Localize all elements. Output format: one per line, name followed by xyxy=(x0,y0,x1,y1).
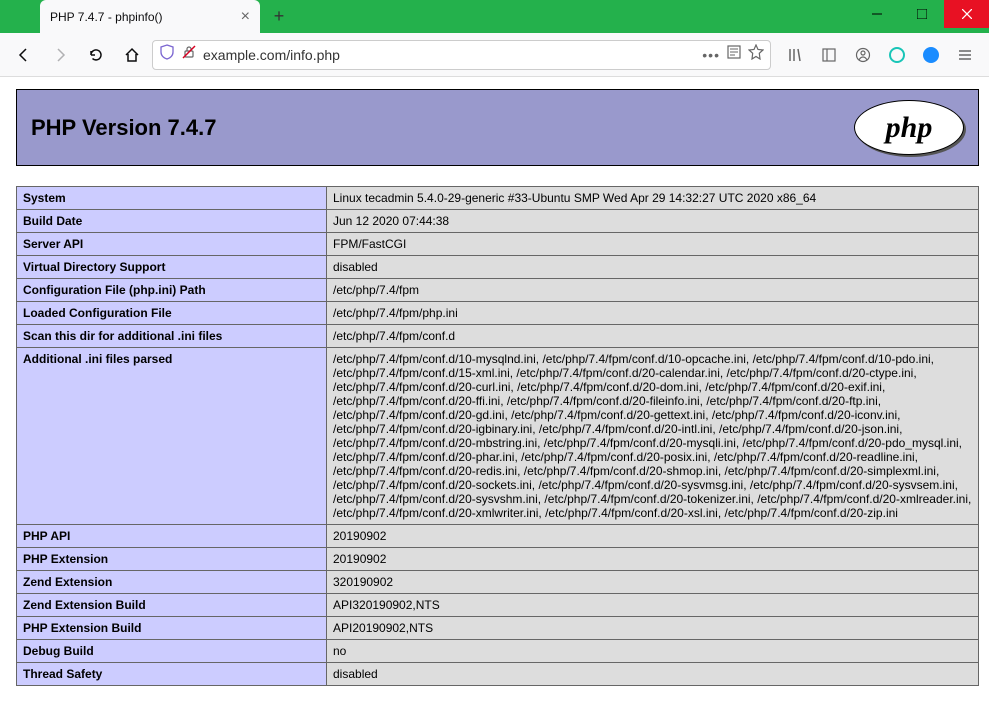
home-button[interactable] xyxy=(116,39,148,71)
forward-button[interactable] xyxy=(44,39,76,71)
table-row: Debug Buildno xyxy=(17,640,979,663)
page-content[interactable]: PHP Version 7.4.7 php SystemLinux tecadm… xyxy=(0,77,989,728)
sidebar-icon[interactable] xyxy=(813,39,845,71)
config-value: /etc/php/7.4/fpm/conf.d xyxy=(327,325,979,348)
config-key: Debug Build xyxy=(17,640,327,663)
bookmark-star-icon[interactable] xyxy=(748,44,764,65)
extension-icon-1[interactable] xyxy=(881,39,913,71)
config-key: Scan this dir for additional .ini files xyxy=(17,325,327,348)
config-key: Additional .ini files parsed xyxy=(17,348,327,525)
table-row: PHP Extension20190902 xyxy=(17,548,979,571)
php-version-title: PHP Version 7.4.7 xyxy=(31,115,216,141)
url-input[interactable] xyxy=(203,47,696,63)
config-value: /etc/php/7.4/fpm/php.ini xyxy=(327,302,979,325)
browser-tab[interactable]: PHP 7.4.7 - phpinfo() × xyxy=(40,0,260,33)
table-row: Additional .ini files parsed/etc/php/7.4… xyxy=(17,348,979,525)
library-icon[interactable] xyxy=(779,39,811,71)
config-value: FPM/FastCGI xyxy=(327,233,979,256)
phpinfo-header: PHP Version 7.4.7 php xyxy=(16,89,979,166)
config-key: PHP API xyxy=(17,525,327,548)
php-logo: php xyxy=(854,100,964,155)
shield-icon[interactable] xyxy=(159,44,175,65)
account-icon[interactable] xyxy=(847,39,879,71)
back-button[interactable] xyxy=(8,39,40,71)
table-row: Scan this dir for additional .ini files/… xyxy=(17,325,979,348)
table-row: Zend Extension BuildAPI320190902,NTS xyxy=(17,594,979,617)
config-value: 20190902 xyxy=(327,525,979,548)
config-value: disabled xyxy=(327,663,979,686)
table-row: Configuration File (php.ini) Path/etc/ph… xyxy=(17,279,979,302)
config-key: System xyxy=(17,187,327,210)
config-value: /etc/php/7.4/fpm xyxy=(327,279,979,302)
config-key: Loaded Configuration File xyxy=(17,302,327,325)
reload-button[interactable] xyxy=(80,39,112,71)
config-key: Thread Safety xyxy=(17,663,327,686)
menu-button[interactable] xyxy=(949,39,981,71)
config-key: Configuration File (php.ini) Path xyxy=(17,279,327,302)
config-value: disabled xyxy=(327,256,979,279)
table-row: Thread Safetydisabled xyxy=(17,663,979,686)
phpinfo-table: SystemLinux tecadmin 5.4.0-29-generic #3… xyxy=(16,186,979,686)
config-value: API20190902,NTS xyxy=(327,617,979,640)
table-row: Build DateJun 12 2020 07:44:38 xyxy=(17,210,979,233)
table-row: Virtual Directory Supportdisabled xyxy=(17,256,979,279)
table-row: PHP Extension BuildAPI20190902,NTS xyxy=(17,617,979,640)
reader-icon[interactable] xyxy=(726,44,742,65)
extension-icon-2[interactable] xyxy=(915,39,947,71)
table-row: SystemLinux tecadmin 5.4.0-29-generic #3… xyxy=(17,187,979,210)
config-value: 320190902 xyxy=(327,571,979,594)
config-value: API320190902,NTS xyxy=(327,594,979,617)
new-tab-button[interactable]: + xyxy=(264,0,294,33)
config-key: Virtual Directory Support xyxy=(17,256,327,279)
address-bar[interactable]: ••• xyxy=(152,40,771,70)
config-key: Server API xyxy=(17,233,327,256)
config-key: PHP Extension Build xyxy=(17,617,327,640)
table-row: Zend Extension320190902 xyxy=(17,571,979,594)
tab-title: PHP 7.4.7 - phpinfo() xyxy=(50,10,163,24)
config-value: 20190902 xyxy=(327,548,979,571)
insecure-icon[interactable] xyxy=(181,44,197,65)
config-key: PHP Extension xyxy=(17,548,327,571)
config-value: Linux tecadmin 5.4.0-29-generic #33-Ubun… xyxy=(327,187,979,210)
toolbar: ••• xyxy=(0,33,989,77)
config-key: Zend Extension xyxy=(17,571,327,594)
table-row: Server APIFPM/FastCGI xyxy=(17,233,979,256)
config-key: Build Date xyxy=(17,210,327,233)
table-row: Loaded Configuration File/etc/php/7.4/fp… xyxy=(17,302,979,325)
tab-close-icon[interactable]: × xyxy=(241,8,250,26)
config-value: Jun 12 2020 07:44:38 xyxy=(327,210,979,233)
config-value: no xyxy=(327,640,979,663)
config-key: Zend Extension Build xyxy=(17,594,327,617)
table-row: PHP API20190902 xyxy=(17,525,979,548)
config-value: /etc/php/7.4/fpm/conf.d/10-mysqlnd.ini, … xyxy=(327,348,979,525)
page-actions-icon[interactable]: ••• xyxy=(702,47,720,63)
